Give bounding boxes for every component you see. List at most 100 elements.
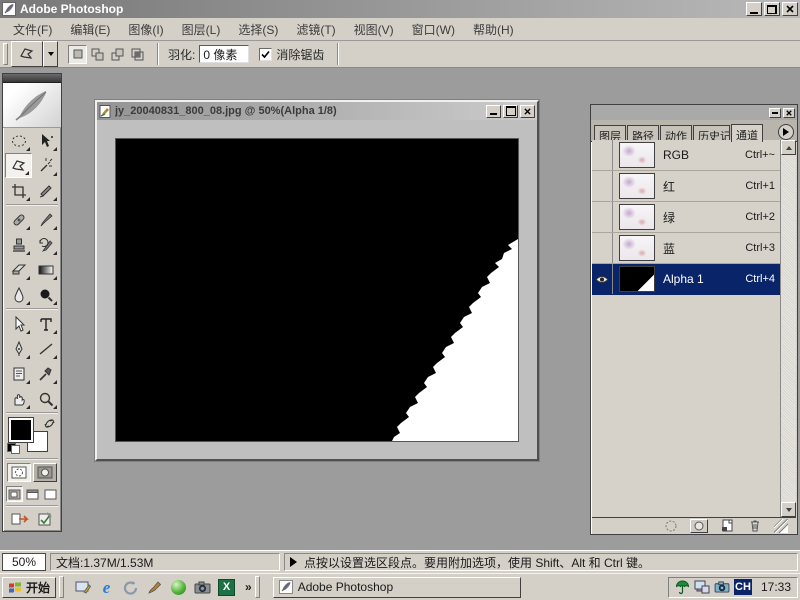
tool-preset-button[interactable] (11, 41, 43, 67)
quick-mask-mode-button[interactable] (33, 463, 57, 482)
show-desktop-icon[interactable] (73, 578, 92, 597)
close-icon[interactable] (782, 2, 798, 16)
selection-mode-intersect[interactable] (128, 45, 147, 64)
excel-icon[interactable]: X (217, 578, 236, 597)
minimize-icon[interactable] (746, 2, 762, 16)
tool-brush[interactable] (32, 207, 59, 232)
document-titlebar[interactable]: jy_20040831_800_08.jpg @ 50%(Alpha 1/8) (97, 102, 537, 120)
camera-tray-icon[interactable] (714, 581, 730, 593)
tool-line[interactable] (32, 336, 59, 361)
menu-view[interactable]: 视图(V) (345, 18, 403, 41)
channel-row-green[interactable]: 绿 Ctrl+2 (592, 202, 780, 233)
doc-close-icon[interactable] (520, 105, 535, 118)
tool-path-selection[interactable] (5, 311, 32, 336)
standard-screen-mode-button[interactable] (6, 486, 23, 502)
tool-healing-brush[interactable] (5, 207, 32, 232)
menu-image[interactable]: 图像(I) (119, 18, 172, 41)
tool-eraser[interactable] (5, 257, 32, 282)
adobe-feather-logo[interactable] (3, 83, 61, 128)
feather-input[interactable]: 0 像素 (199, 45, 249, 63)
menu-layer[interactable]: 图层(L) (173, 18, 230, 41)
channel-row-alpha1[interactable]: Alpha 1 Ctrl+4 (592, 264, 780, 295)
mail-client-icon[interactable] (121, 578, 140, 597)
taskbar-grip-2[interactable] (255, 576, 260, 598)
foreground-color-swatch[interactable] (9, 418, 33, 442)
swap-colors-icon[interactable] (43, 417, 56, 430)
palette-resize-grip[interactable] (774, 519, 788, 533)
visibility-toggle[interactable] (592, 202, 613, 232)
tool-blur[interactable] (5, 282, 32, 307)
toolbox-grip[interactable] (3, 74, 61, 83)
tool-history-brush[interactable] (32, 232, 59, 257)
imageready-edit-icon[interactable] (37, 511, 53, 527)
tool-eyedropper[interactable] (32, 361, 59, 386)
jump-to-imageready-icon[interactable] (11, 511, 33, 527)
tab-actions[interactable]: 动作 (660, 125, 692, 141)
media-player-icon[interactable] (169, 578, 188, 597)
antialias-checkbox[interactable] (259, 48, 272, 61)
channel-row-red[interactable]: 红 Ctrl+1 (592, 171, 780, 202)
scroll-up-icon[interactable] (781, 140, 796, 155)
tool-crop[interactable] (5, 178, 32, 203)
restore-icon[interactable] (764, 2, 780, 16)
hint-arrow-icon[interactable] (290, 557, 297, 567)
task-button-photoshop[interactable]: Adobe Photoshop (273, 577, 521, 598)
tool-slice[interactable] (32, 178, 59, 203)
palette-titlebar[interactable] (591, 105, 797, 120)
tray-clock[interactable]: 17:33 (761, 580, 791, 594)
palette-minimize-icon[interactable] (769, 108, 781, 118)
visibility-toggle[interactable] (592, 264, 613, 294)
visibility-toggle[interactable] (592, 171, 613, 201)
channel-row-rgb[interactable]: RGB Ctrl+~ (592, 140, 780, 171)
camera-app-icon[interactable] (193, 578, 212, 597)
delete-channel-icon[interactable] (746, 519, 764, 533)
tab-layers[interactable]: 图层 (594, 125, 626, 141)
menu-window[interactable]: 窗口(W) (403, 18, 464, 41)
image-canvas[interactable] (116, 139, 518, 441)
tab-paths[interactable]: 路径 (627, 125, 659, 141)
tool-move[interactable] (32, 128, 59, 153)
menu-help[interactable]: 帮助(H) (464, 18, 523, 41)
menu-edit[interactable]: 编辑(E) (61, 18, 119, 41)
tab-channels[interactable]: 通道 (731, 124, 763, 142)
tool-gradient[interactable] (32, 257, 59, 282)
fullscreen-mode-button[interactable] (42, 486, 59, 502)
save-selection-as-channel-icon[interactable] (690, 519, 708, 533)
menu-filter[interactable]: 滤镜(T) (287, 18, 344, 41)
doc-maximize-icon[interactable] (503, 105, 518, 118)
tool-elliptical-marquee[interactable] (5, 128, 32, 153)
palette-close-icon[interactable] (783, 108, 795, 118)
document-size-panel[interactable]: 文档:1.37M/1.53M (50, 553, 280, 571)
internet-explorer-icon[interactable]: e (97, 578, 116, 597)
doc-minimize-icon[interactable] (486, 105, 501, 118)
tab-history[interactable]: 历史记 (693, 125, 730, 141)
zoom-level-input[interactable]: 50% (2, 553, 46, 571)
palette-scrollbar[interactable] (780, 140, 796, 517)
fullscreen-menubar-mode-button[interactable] (24, 486, 41, 502)
palette-menu-icon[interactable] (778, 124, 794, 140)
visibility-toggle[interactable] (592, 233, 613, 263)
quick-launch-overflow[interactable]: » (245, 580, 252, 594)
start-button[interactable]: 开始 (2, 577, 56, 598)
paint-tool-icon[interactable] (145, 578, 164, 597)
selection-mode-add[interactable] (88, 45, 107, 64)
menu-select[interactable]: 选择(S) (229, 18, 287, 41)
visibility-toggle[interactable] (592, 140, 613, 170)
network-computer-icon[interactable] (694, 580, 710, 594)
input-method-indicator[interactable]: CH (734, 579, 752, 595)
menu-file[interactable]: 文件(F) (4, 18, 61, 41)
tool-polygonal-lasso[interactable] (5, 153, 32, 178)
standard-mode-button[interactable] (7, 463, 31, 482)
tool-preset-dropdown[interactable] (43, 41, 58, 67)
load-channel-as-selection-icon[interactable] (662, 519, 680, 533)
tool-clone-stamp[interactable] (5, 232, 32, 257)
tool-magic-wand[interactable] (32, 153, 59, 178)
new-channel-icon[interactable] (718, 519, 736, 533)
tool-pen[interactable] (5, 336, 32, 361)
selection-mode-new[interactable] (68, 45, 87, 64)
taskbar-grip[interactable] (59, 576, 64, 598)
tool-hand[interactable] (5, 386, 32, 411)
tool-zoom[interactable] (32, 386, 59, 411)
options-bar-grip[interactable] (3, 43, 8, 65)
tool-notes[interactable] (5, 361, 32, 386)
